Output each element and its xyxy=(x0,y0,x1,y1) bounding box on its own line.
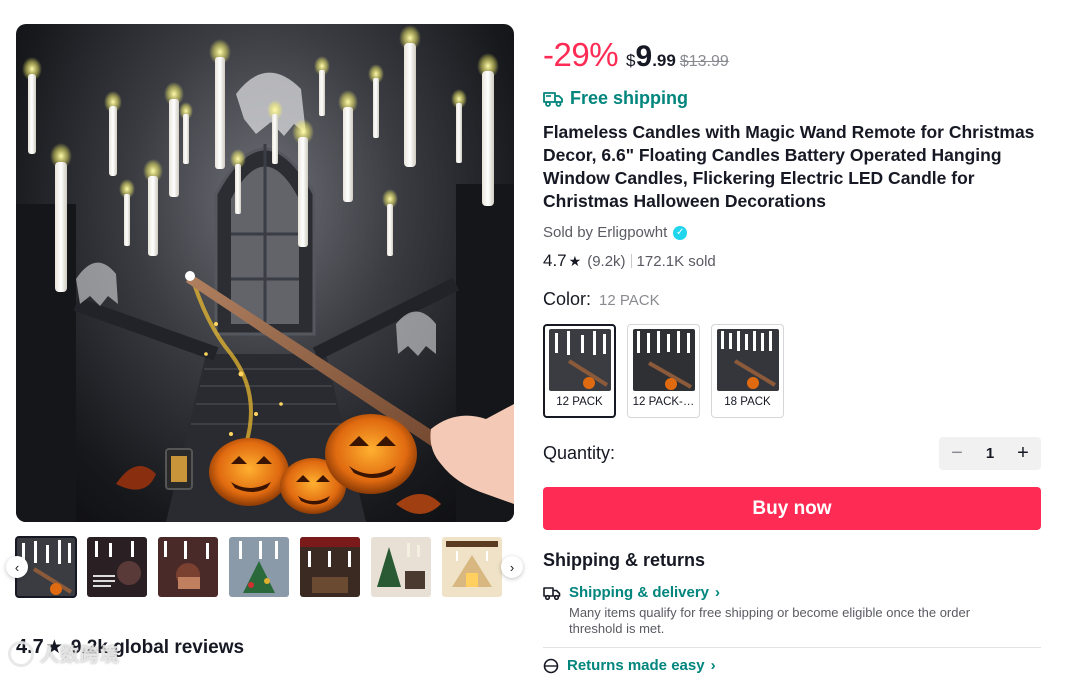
quantity-value[interactable]: 1 xyxy=(986,445,994,462)
chevron-right-icon: › xyxy=(710,657,716,674)
chevron-right-icon: › xyxy=(715,584,721,601)
buy-now-button[interactable]: Buy now xyxy=(543,487,1041,530)
watermark-logo-icon xyxy=(8,640,34,667)
free-shipping-label: Free shipping xyxy=(543,88,1041,109)
color-option-18-pack[interactable]: 18 PACK xyxy=(711,324,784,418)
truck-icon xyxy=(543,91,563,107)
separator xyxy=(630,254,632,268)
product-title: Flameless Candles with Magic Wand Remote… xyxy=(543,122,1035,211)
free-shipping-text: Free shipping xyxy=(570,88,689,108)
thumbnail-3[interactable] xyxy=(158,537,218,597)
rating-count: (9.2k) xyxy=(587,252,626,270)
truck-icon xyxy=(543,586,561,600)
thumbnail-5[interactable] xyxy=(300,537,360,597)
color-option-12-pack[interactable]: 12 PACK xyxy=(543,324,616,418)
chevron-right-icon: › xyxy=(509,559,515,575)
thumbnail-strip xyxy=(15,536,514,598)
rating-row[interactable]: 4.7 ★ (9.2k) 172.1K sold xyxy=(543,251,1041,271)
variant-image xyxy=(716,329,779,391)
variant-image xyxy=(632,329,695,391)
chevron-left-icon: ‹ xyxy=(14,559,20,575)
quantity-stepper: − 1 + xyxy=(939,436,1041,470)
watermark-text: 人数跨境 xyxy=(40,645,121,666)
main-product-image[interactable] xyxy=(16,24,514,522)
price-row: -29% $ 9 .99 $13.99 xyxy=(543,36,1041,73)
watermark: 人数跨境 xyxy=(8,640,120,667)
shipping-returns-title: Shipping & returns xyxy=(543,550,705,570)
rating-value: 4.7 xyxy=(543,251,567,270)
quantity-row: Quantity: − 1 + xyxy=(543,436,1041,470)
gallery-prev-button[interactable]: ‹ xyxy=(6,556,28,578)
variant-label: 18 PACK xyxy=(724,396,771,408)
thumbnail-4[interactable] xyxy=(229,537,289,597)
color-label: Color: xyxy=(543,289,592,309)
divider xyxy=(543,647,1041,648)
gallery-next-button[interactable]: › xyxy=(501,556,523,578)
currency-symbol: $ xyxy=(626,51,636,70)
quantity-label: Quantity: xyxy=(543,442,616,463)
sold-count: 172.1K sold xyxy=(636,252,716,270)
returns-label: Returns made easy xyxy=(567,657,705,674)
verified-check-icon: ✓ xyxy=(673,225,688,240)
color-options: 12 PACK 12 PACK-… 18 PACK xyxy=(543,324,1041,418)
discount-badge: -29% xyxy=(543,36,619,73)
star-icon: ★ xyxy=(568,252,582,269)
shipping-delivery-description: Many items qualify for free shipping or … xyxy=(569,605,971,636)
seller-info[interactable]: Sold by Erligpowht ✓ xyxy=(543,224,1041,241)
product-info: -29% $ 9 .99 $13.99 Free shipping Flamel… xyxy=(543,36,1041,674)
price-integer: 9 xyxy=(635,40,653,73)
shipping-delivery-label: Shipping & delivery xyxy=(569,584,710,601)
quantity-increase-button[interactable]: + xyxy=(1009,437,1037,470)
seller-name[interactable]: Sold by Erligpowht xyxy=(543,224,667,241)
variant-label: 12 PACK-… xyxy=(632,396,695,408)
color-selected-value: 12 PACK xyxy=(599,292,660,309)
original-price: $13.99 xyxy=(679,53,729,70)
return-globe-icon xyxy=(543,658,559,673)
quantity-decrease-button[interactable]: − xyxy=(943,437,971,470)
color-option-12-pack-alt[interactable]: 12 PACK-… xyxy=(627,324,700,418)
thumbnail-7[interactable] xyxy=(442,537,502,597)
variant-image xyxy=(548,329,611,391)
returns-link[interactable]: Returns made easy › xyxy=(543,657,1041,674)
price-decimal: .99 xyxy=(652,51,676,70)
variant-label: 12 PACK xyxy=(556,396,603,408)
shipping-delivery-link[interactable]: Shipping & delivery › xyxy=(543,584,1041,601)
thumbnail-2[interactable] xyxy=(87,537,147,597)
thumbnail-6[interactable] xyxy=(371,537,431,597)
color-selector-label: Color: 12 PACK xyxy=(543,289,1041,310)
